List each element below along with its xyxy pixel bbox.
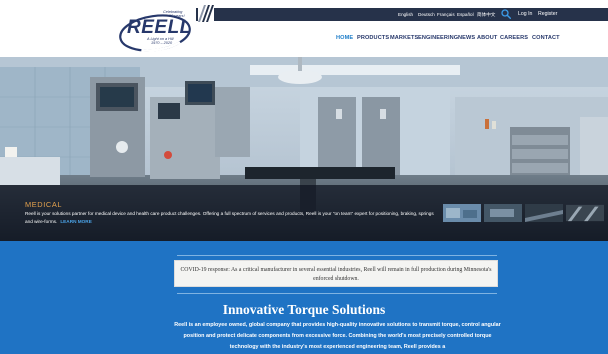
site-header: English Deutsch Français Español 简体中文 Lo… xyxy=(0,0,608,57)
section-title: Innovative Torque Solutions xyxy=(222,302,386,317)
covid-divider-top xyxy=(177,255,497,256)
logo-wordmark: REELL xyxy=(127,17,192,38)
lang-francais[interactable]: Français xyxy=(437,11,455,18)
lang-chinese[interactable]: 简体中文 xyxy=(477,11,495,18)
covid-notice-text: COVID-19 response: As a critical manufac… xyxy=(180,267,492,282)
nav-contact[interactable]: CONTACT xyxy=(532,35,560,41)
nav-products[interactable]: PRODUCTS xyxy=(357,35,389,41)
slide-thumbnail-3[interactable] xyxy=(525,204,563,222)
slide-thumbnail-2[interactable] xyxy=(484,204,522,222)
logo-years: 1970 – 2020 xyxy=(151,41,173,45)
slide-thumbnail-1[interactable] xyxy=(443,204,481,222)
hero-slider: MEDICAL Reell is your solutions partner … xyxy=(0,57,608,241)
nav-news[interactable]: NEWS xyxy=(458,35,475,41)
nav-about[interactable]: ABOUT xyxy=(477,35,497,41)
nav-engineering[interactable]: ENGINEERING xyxy=(418,35,458,41)
lang-espanol[interactable]: Español xyxy=(457,11,474,18)
register-link[interactable]: Register xyxy=(538,10,557,18)
learn-more-link[interactable]: LEARN MORE xyxy=(60,219,92,224)
nav-careers[interactable]: CAREERS xyxy=(500,35,528,41)
section-body: Reell is an employee owned, global compa… xyxy=(174,322,501,350)
hero-title: MEDICAL xyxy=(25,200,63,209)
page: English Deutsch Français Español 简体中文 Lo… xyxy=(0,0,608,354)
slide-thumbnail-4[interactable] xyxy=(566,204,604,222)
covid-divider-bottom xyxy=(177,293,497,294)
lang-deutsch[interactable]: Deutsch xyxy=(418,11,435,18)
hero-description: Reell is your solutions partner for medi… xyxy=(25,210,435,226)
nav-markets[interactable]: MARKETS xyxy=(390,35,418,41)
lang-english[interactable]: English xyxy=(398,11,413,18)
search-icon[interactable] xyxy=(501,9,511,19)
reell-logo[interactable]: Celebrating 50 years! REELL A Light on a… xyxy=(117,8,197,52)
utility-bar-stripes xyxy=(198,5,214,22)
nav-home[interactable]: HOME xyxy=(336,35,353,41)
login-link[interactable]: Log In xyxy=(518,10,532,18)
